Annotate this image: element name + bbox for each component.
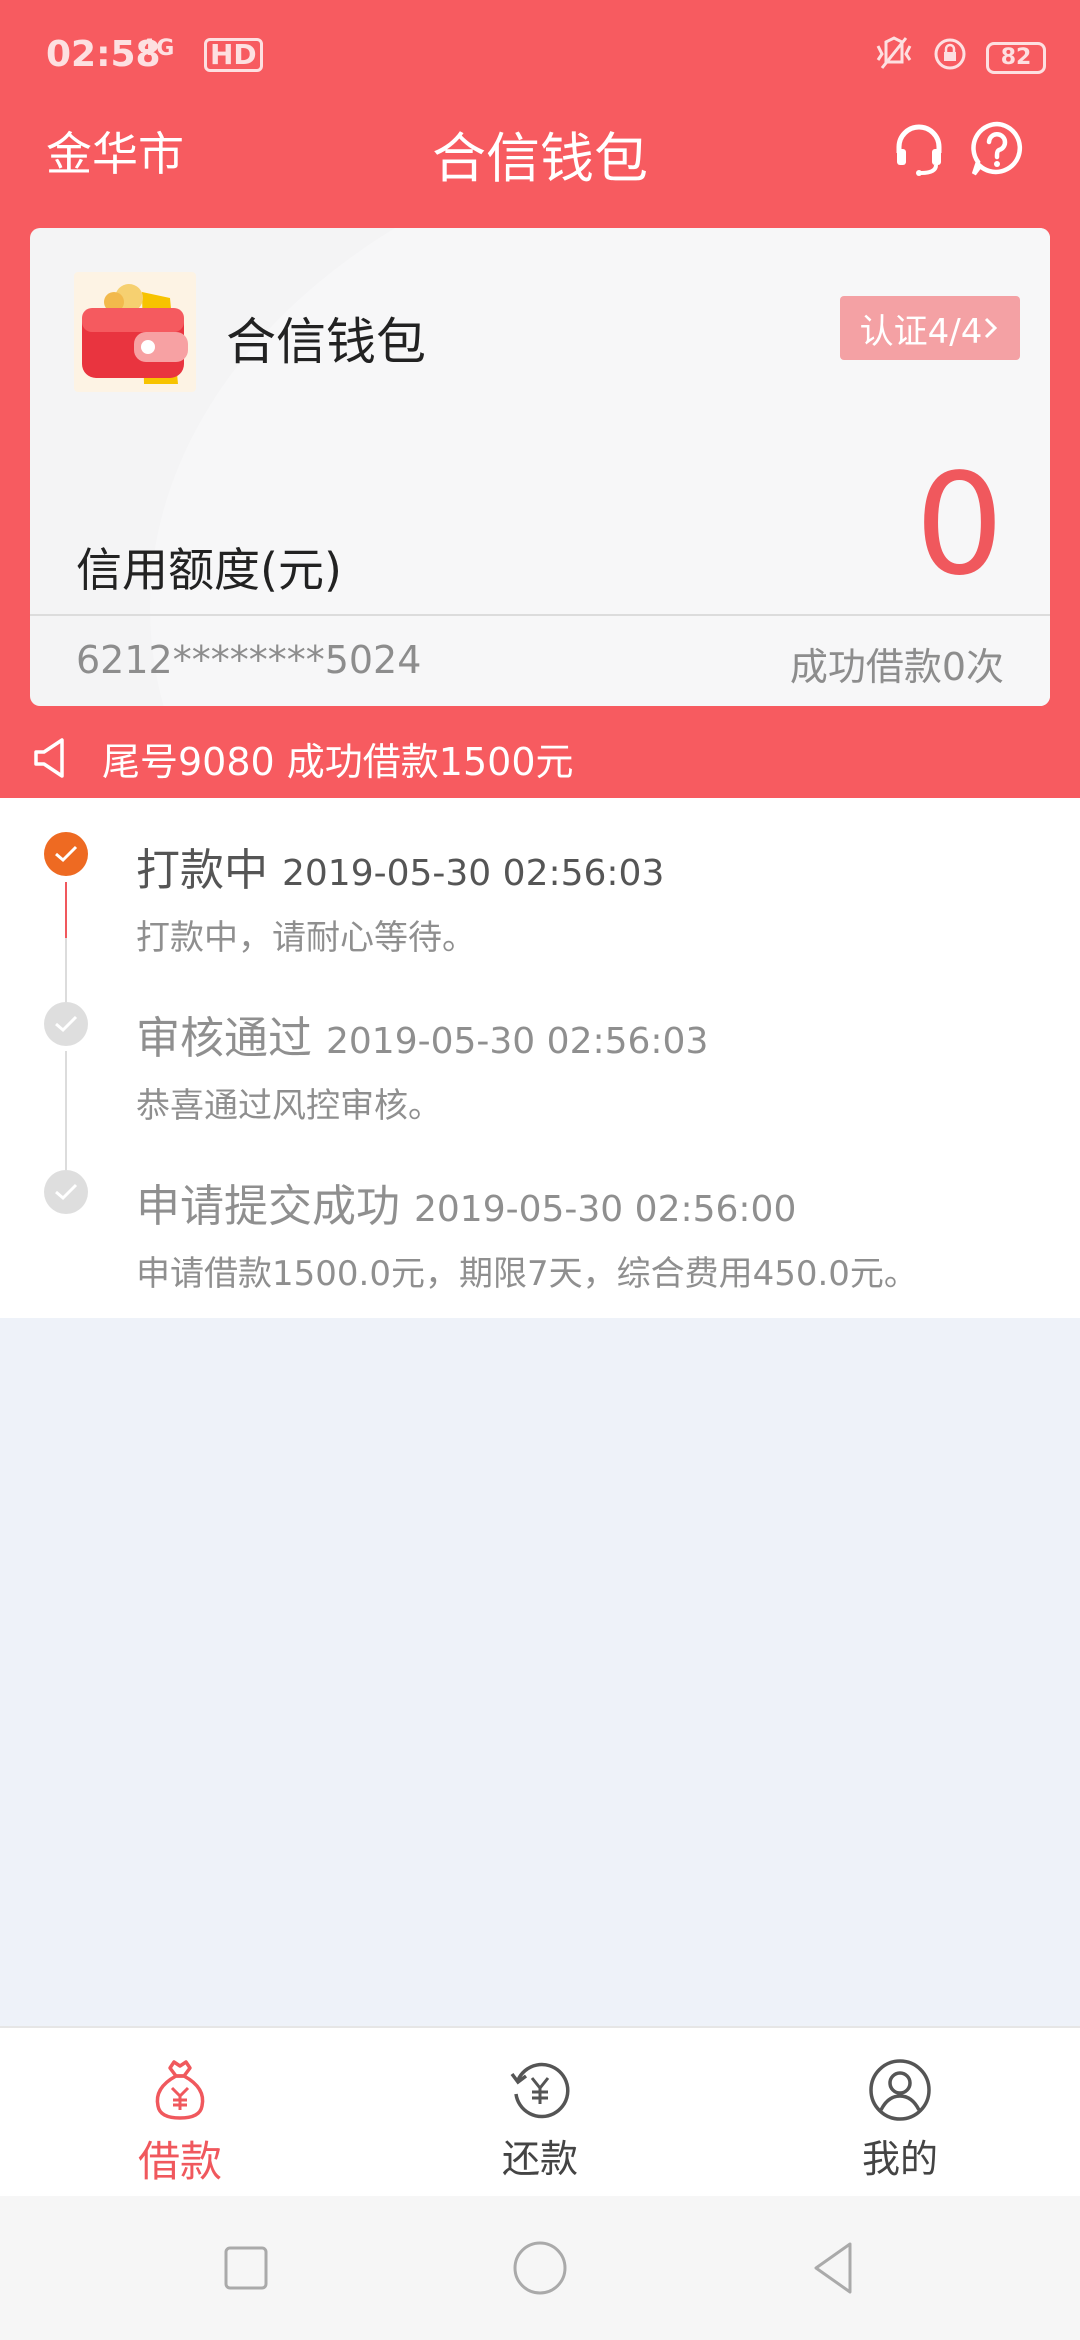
user-icon bbox=[869, 2059, 931, 2121]
certification-label: 认证4/4 bbox=[859, 311, 983, 352]
timeline-step-2-desc: 恭喜通过风控审核。 bbox=[136, 1086, 442, 1126]
timeline-step-3-desc: 申请借款1500.0元，期限7天，综合费用450.0元。 bbox=[136, 1254, 918, 1294]
rotation-lock-icon bbox=[932, 36, 968, 80]
certification-button[interactable]: 认证4/4 bbox=[840, 296, 1020, 360]
timeline-step-3-title: 申请提交成功 2019-05-30 02:56:00 bbox=[136, 1170, 796, 1234]
step-title: 申请提交成功 bbox=[136, 1181, 400, 1232]
credit-value: 0 bbox=[914, 444, 1004, 607]
headset-icon[interactable] bbox=[888, 118, 950, 180]
back-icon[interactable] bbox=[802, 2236, 866, 2300]
tab-label: 我的 bbox=[861, 2137, 938, 2181]
system-navigation-bar bbox=[0, 2196, 1080, 2340]
bottom-tab-bar: 借款 还款 我的 bbox=[0, 2026, 1080, 2196]
timeline-step-2-title: 审核通过 2019-05-30 02:56:03 bbox=[136, 1002, 708, 1066]
hd-badge: HD bbox=[204, 38, 263, 72]
step-time: 2019-05-30 02:56:03 bbox=[282, 853, 665, 894]
step-title: 审核通过 bbox=[136, 1013, 312, 1064]
status-bar: 02:58 4G HD 82 bbox=[0, 0, 1080, 110]
step-title: 打款中 bbox=[136, 845, 268, 896]
timeline-step-1-title: 打款中 2019-05-30 02:56:03 bbox=[136, 834, 664, 898]
money-bag-icon bbox=[155, 2060, 205, 2120]
speaker-icon bbox=[34, 738, 64, 778]
home-icon[interactable] bbox=[508, 2236, 572, 2300]
step-time: 2019-05-30 02:56:00 bbox=[414, 1189, 797, 1230]
check-icon bbox=[44, 1170, 88, 1214]
card-app-name: 合信钱包 bbox=[226, 313, 426, 371]
recent-apps-icon[interactable] bbox=[214, 2236, 278, 2300]
notice-text: 尾号9080 成功借款1500元 bbox=[102, 739, 574, 784]
tab-label: 借款 bbox=[137, 2137, 222, 2186]
bank-account-number: 6212********5024 bbox=[76, 638, 422, 682]
vibrate-icon bbox=[874, 36, 914, 80]
card-divider bbox=[30, 614, 1050, 616]
status-right: 82 bbox=[874, 36, 1046, 80]
signal-icon: 4G bbox=[140, 36, 176, 61]
check-icon bbox=[44, 1002, 88, 1046]
loan-progress-timeline: 打款中 2019-05-30 02:56:03 打款中，请耐心等待。 审核通过 20… bbox=[0, 798, 1080, 1318]
step-time: 2019-05-30 02:56:03 bbox=[326, 1021, 709, 1062]
success-loan-count: 成功借款0次 bbox=[789, 645, 1004, 689]
check-icon bbox=[44, 832, 88, 876]
tab-repay[interactable]: 还款 bbox=[360, 2028, 720, 2198]
wallet-icon bbox=[74, 272, 196, 392]
chevron-right-icon bbox=[985, 317, 998, 339]
tab-label: 还款 bbox=[501, 2137, 578, 2181]
tab-mine[interactable]: 我的 bbox=[720, 2028, 1080, 2198]
tab-borrow[interactable]: 借款 bbox=[0, 2028, 360, 2198]
timeline-connector bbox=[65, 882, 67, 938]
timeline-step-1-desc: 打款中，请耐心等待。 bbox=[136, 918, 476, 958]
repay-icon bbox=[510, 2062, 570, 2119]
battery-icon: 82 bbox=[986, 42, 1046, 74]
notice-bar: 尾号9080 成功借款1500元 bbox=[30, 728, 574, 788]
credit-card-panel: 合信钱包 认证4/4 信用额度(元) 0 6212********5024 成功… bbox=[30, 228, 1050, 706]
credit-label: 信用额度(元) bbox=[76, 543, 342, 597]
help-icon[interactable] bbox=[966, 118, 1028, 180]
